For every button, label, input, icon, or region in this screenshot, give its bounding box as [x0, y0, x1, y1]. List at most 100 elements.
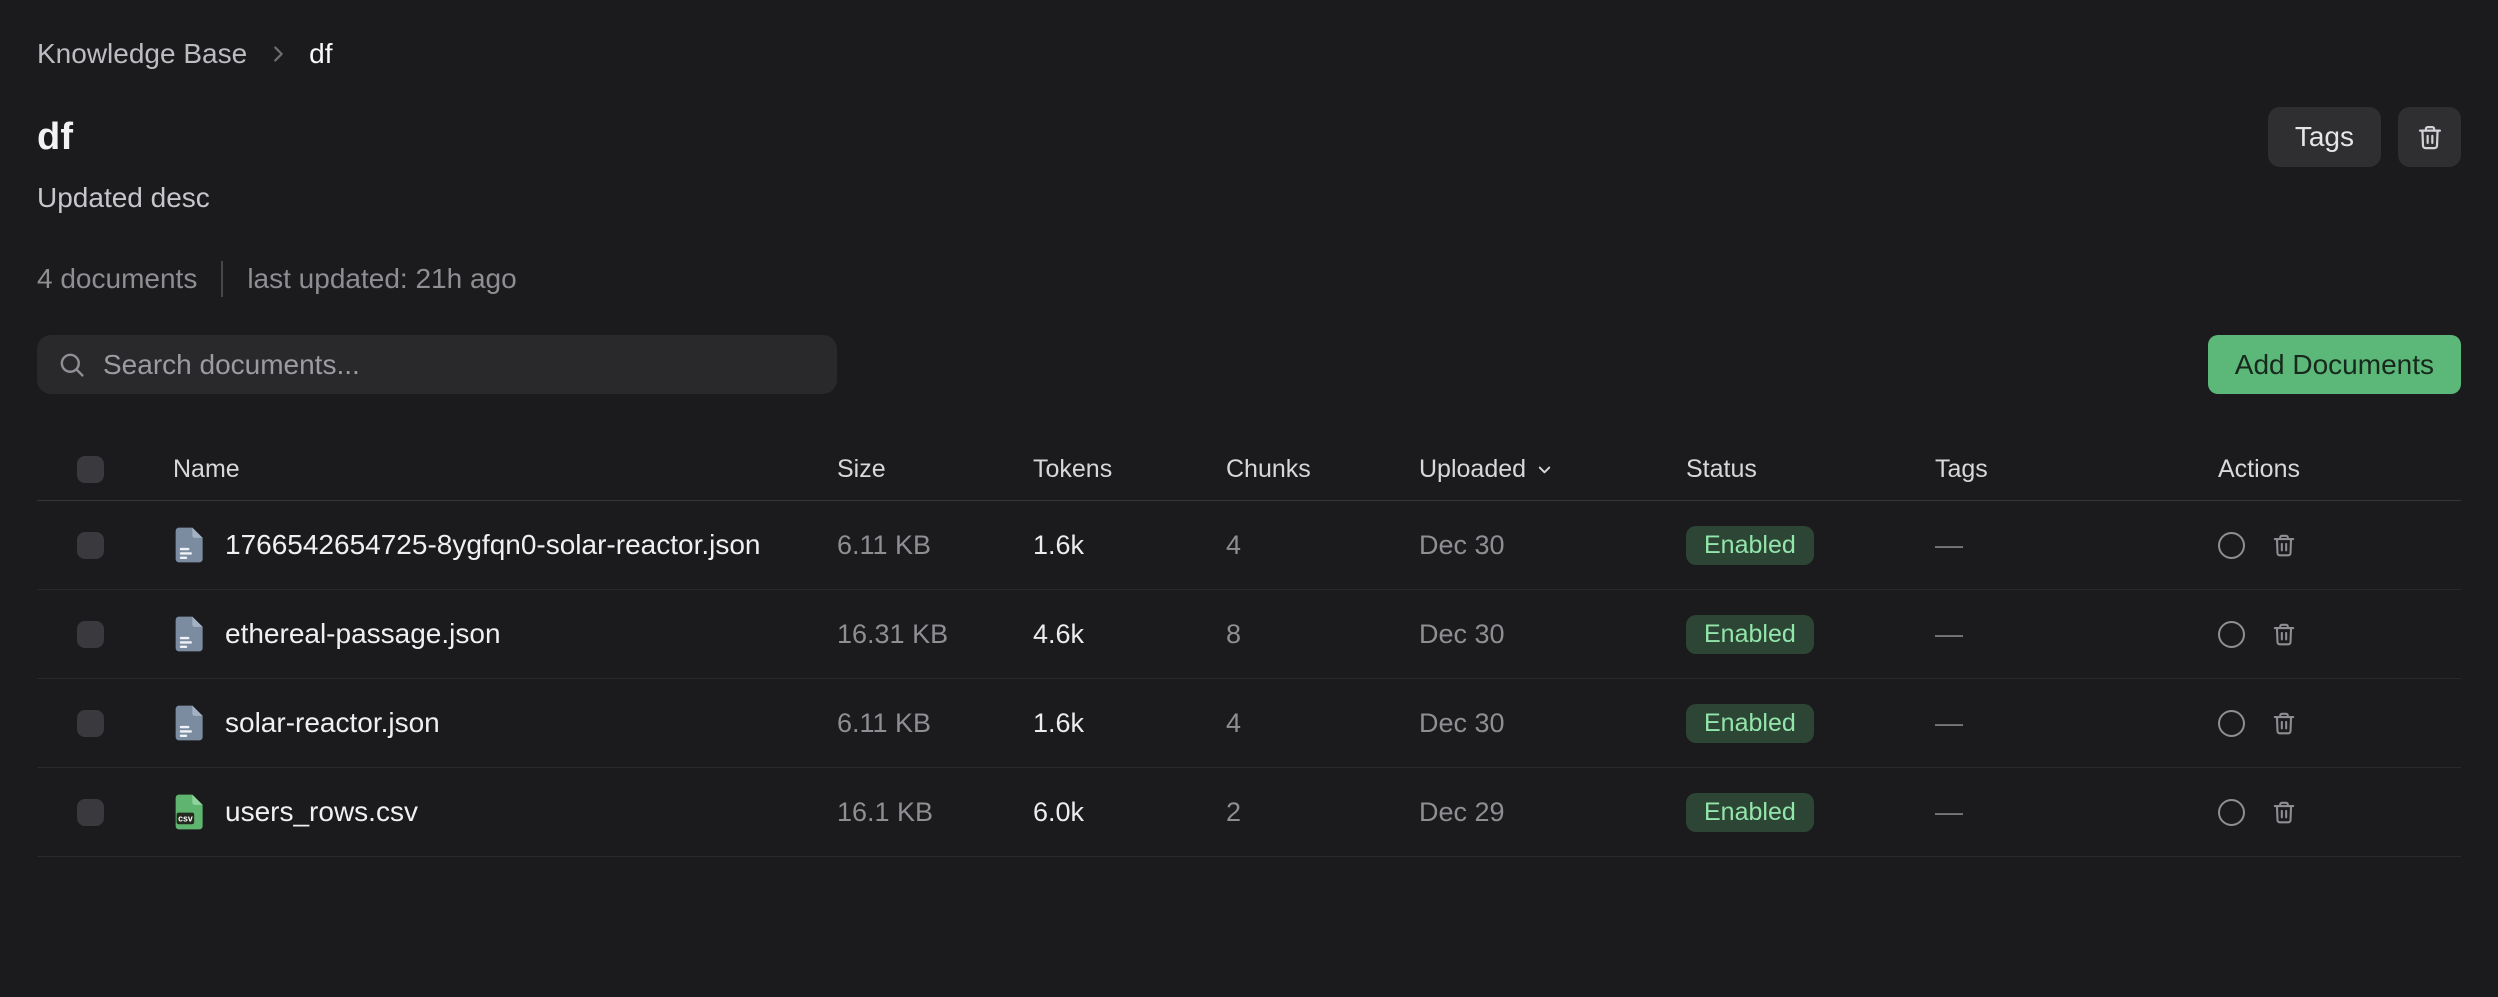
toggle-status-button[interactable] [2218, 710, 2245, 737]
json-file-icon [173, 616, 204, 652]
document-name: 1766542654725-8ygfqn0-solar-reactor.json [225, 529, 761, 561]
column-header-status[interactable]: Status [1686, 455, 1935, 484]
table-row[interactable]: ethereal-passage.json 16.31 KB 4.6k 8 De… [37, 590, 2461, 679]
toggle-status-button[interactable] [2218, 799, 2245, 826]
row-checkbox-cell [37, 621, 173, 648]
search-input[interactable] [101, 348, 817, 382]
breadcrumb-knowledge-base-link[interactable]: Knowledge Base [37, 38, 247, 70]
trash-icon [2271, 620, 2297, 648]
json-file-icon [173, 527, 204, 563]
row-actions [2218, 531, 2461, 559]
search-icon [57, 350, 86, 379]
title-actions: Tags [2268, 107, 2461, 167]
column-header-tags[interactable]: Tags [1935, 455, 2218, 484]
row-name-cell: csv users_rows.csv [173, 794, 837, 830]
document-uploaded: Dec 30 [1419, 619, 1686, 650]
row-checkbox[interactable] [77, 799, 104, 826]
document-size: 16.1 KB [837, 797, 1033, 828]
document-tags: — [1935, 529, 2218, 561]
row-checkbox[interactable] [77, 710, 104, 737]
row-actions [2218, 709, 2461, 737]
column-header-chunks[interactable]: Chunks [1226, 455, 1419, 484]
table-row[interactable]: csv users_rows.csv 16.1 KB 6.0k 2 Dec 29… [37, 768, 2461, 857]
select-all-cell [37, 456, 173, 483]
row-name-cell: ethereal-passage.json [173, 616, 837, 652]
row-checkbox[interactable] [77, 532, 104, 559]
status-badge: Enabled [1686, 526, 1814, 565]
toggle-status-button[interactable] [2218, 621, 2245, 648]
document-chunks: 2 [1226, 797, 1419, 828]
search-box[interactable] [37, 335, 837, 394]
document-tags: — [1935, 707, 2218, 739]
csv-file-icon: csv [173, 794, 204, 830]
status-badge: Enabled [1686, 615, 1814, 654]
document-uploaded: Dec 30 [1419, 708, 1686, 739]
table-row[interactable]: 1766542654725-8ygfqn0-solar-reactor.json… [37, 501, 2461, 590]
document-status-cell: Enabled [1686, 526, 1935, 565]
status-badge: Enabled [1686, 704, 1814, 743]
column-header-uploaded-label: Uploaded [1419, 455, 1526, 484]
document-tokens: 6.0k [1033, 797, 1226, 828]
document-tokens: 1.6k [1033, 708, 1226, 739]
document-uploaded: Dec 29 [1419, 797, 1686, 828]
document-tags: — [1935, 796, 2218, 828]
delete-document-button[interactable] [2271, 531, 2297, 559]
column-header-actions: Actions [2218, 455, 2461, 484]
kb-meta: 4 documents last updated: 21h ago [37, 261, 2461, 297]
document-name: users_rows.csv [225, 796, 418, 828]
row-checkbox-cell [37, 799, 173, 826]
breadcrumb-current: df [309, 38, 332, 70]
document-name: solar-reactor.json [225, 707, 440, 739]
row-name-cell: 1766542654725-8ygfqn0-solar-reactor.json [173, 527, 837, 563]
breadcrumb: Knowledge Base df [37, 38, 2461, 70]
add-documents-button[interactable]: Add Documents [2208, 335, 2461, 394]
delete-document-button[interactable] [2271, 709, 2297, 737]
json-file-icon [173, 705, 204, 741]
row-checkbox[interactable] [77, 621, 104, 648]
toolbar: Add Documents [37, 335, 2461, 394]
document-chunks: 4 [1226, 708, 1419, 739]
toggle-status-button[interactable] [2218, 532, 2245, 559]
title-row: df Tags [37, 107, 2461, 167]
row-actions [2218, 798, 2461, 826]
document-status-cell: Enabled [1686, 704, 1935, 743]
knowledge-base-page: Knowledge Base df df Tags Updated desc 4… [0, 0, 2498, 857]
document-status-cell: Enabled [1686, 793, 1935, 832]
document-chunks: 8 [1226, 619, 1419, 650]
delete-document-button[interactable] [2271, 620, 2297, 648]
row-checkbox-cell [37, 710, 173, 737]
delete-knowledge-base-button[interactable] [2398, 107, 2461, 167]
svg-text:csv: csv [178, 814, 193, 824]
document-size: 6.11 KB [837, 530, 1033, 561]
document-status-cell: Enabled [1686, 615, 1935, 654]
document-count: 4 documents [37, 263, 197, 295]
column-header-name[interactable]: Name [173, 455, 837, 484]
delete-document-button[interactable] [2271, 798, 2297, 826]
sort-chevron-down-icon [1535, 460, 1554, 479]
document-tokens: 1.6k [1033, 530, 1226, 561]
row-actions [2218, 620, 2461, 648]
trash-icon [2271, 531, 2297, 559]
last-updated: last updated: 21h ago [247, 263, 516, 295]
select-all-checkbox[interactable] [77, 456, 104, 483]
documents-table: Name Size Tokens Chunks Uploaded Status … [37, 439, 2461, 857]
table-header: Name Size Tokens Chunks Uploaded Status … [37, 439, 2461, 501]
table-body: 1766542654725-8ygfqn0-solar-reactor.json… [37, 501, 2461, 857]
document-name: ethereal-passage.json [225, 618, 501, 650]
column-header-uploaded[interactable]: Uploaded [1419, 455, 1686, 484]
document-tokens: 4.6k [1033, 619, 1226, 650]
tags-button[interactable]: Tags [2268, 107, 2381, 167]
trash-icon [2271, 798, 2297, 826]
row-name-cell: solar-reactor.json [173, 705, 837, 741]
document-tags: — [1935, 618, 2218, 650]
column-header-tokens[interactable]: Tokens [1033, 455, 1226, 484]
trash-icon [2416, 122, 2444, 152]
table-row[interactable]: solar-reactor.json 6.11 KB 1.6k 4 Dec 30… [37, 679, 2461, 768]
trash-icon [2271, 709, 2297, 737]
kb-description: Updated desc [37, 182, 2461, 214]
document-size: 16.31 KB [837, 619, 1033, 650]
breadcrumb-chevron-icon [267, 43, 289, 65]
document-size: 6.11 KB [837, 708, 1033, 739]
document-uploaded: Dec 30 [1419, 530, 1686, 561]
column-header-size[interactable]: Size [837, 455, 1033, 484]
